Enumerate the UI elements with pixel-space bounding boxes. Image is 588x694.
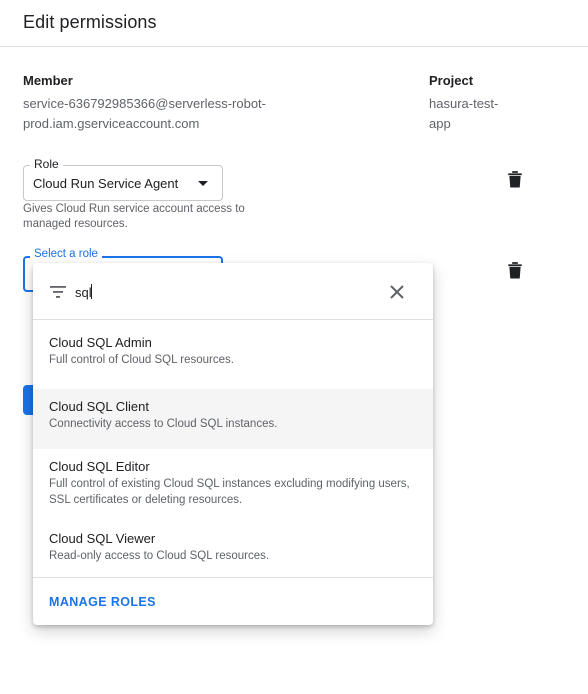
role-option-cloud-sql-admin[interactable]: Cloud SQL Admin Full control of Cloud SQ… [33,321,433,381]
role-dropdown: Cloud SQL Admin Full control of Cloud SQ… [33,263,433,625]
dropdown-footer: MANAGE ROLES [33,577,433,625]
option-description: Read-only access to Cloud SQL resources. [49,550,270,562]
role-option-cloud-sql-editor[interactable]: Cloud SQL Editor Full control of existin… [33,449,433,525]
page-title: Edit permissions [23,12,157,32]
caret-down-icon [198,181,208,186]
role-option-cloud-sql-client[interactable]: Cloud SQL Client Connectivity access to … [33,389,433,449]
filter-icon [50,286,66,298]
member-label: Member [23,73,73,88]
member-value: service-636792985366@serverless-robot-pr… [23,96,266,131]
manage-roles-link[interactable]: MANAGE ROLES [49,595,156,609]
option-title: Cloud SQL Client [49,399,149,414]
text-cursor [91,284,92,299]
role-label: Role [30,157,63,171]
option-description: Full control of existing Cloud SQL insta… [49,478,410,506]
trash-icon[interactable] [507,170,523,188]
role-select[interactable]: Role Cloud Run Service Agent [23,157,223,201]
option-title: Cloud SQL Viewer [49,531,156,546]
close-icon[interactable] [388,283,406,301]
option-description: Full control of Cloud SQL resources. [49,354,234,366]
role-description: Gives Cloud Run service account access t… [23,203,245,230]
select-role-label: Select a role [30,248,102,260]
project-value: hasura-test-app [429,96,499,131]
option-title: Cloud SQL Admin [49,335,152,350]
role-option-cloud-sql-viewer[interactable]: Cloud SQL Viewer Read-only access to Clo… [33,525,433,577]
trash-icon[interactable] [507,261,523,279]
project-label: Project [429,73,474,88]
option-title: Cloud SQL Editor [49,459,150,474]
filter-row [33,263,433,320]
dialog-header: Edit permissions [0,0,588,47]
role-value: Cloud Run Service Agent [33,176,179,191]
filter-input[interactable] [75,283,375,301]
option-description: Connectivity access to Cloud SQL instanc… [49,418,278,430]
